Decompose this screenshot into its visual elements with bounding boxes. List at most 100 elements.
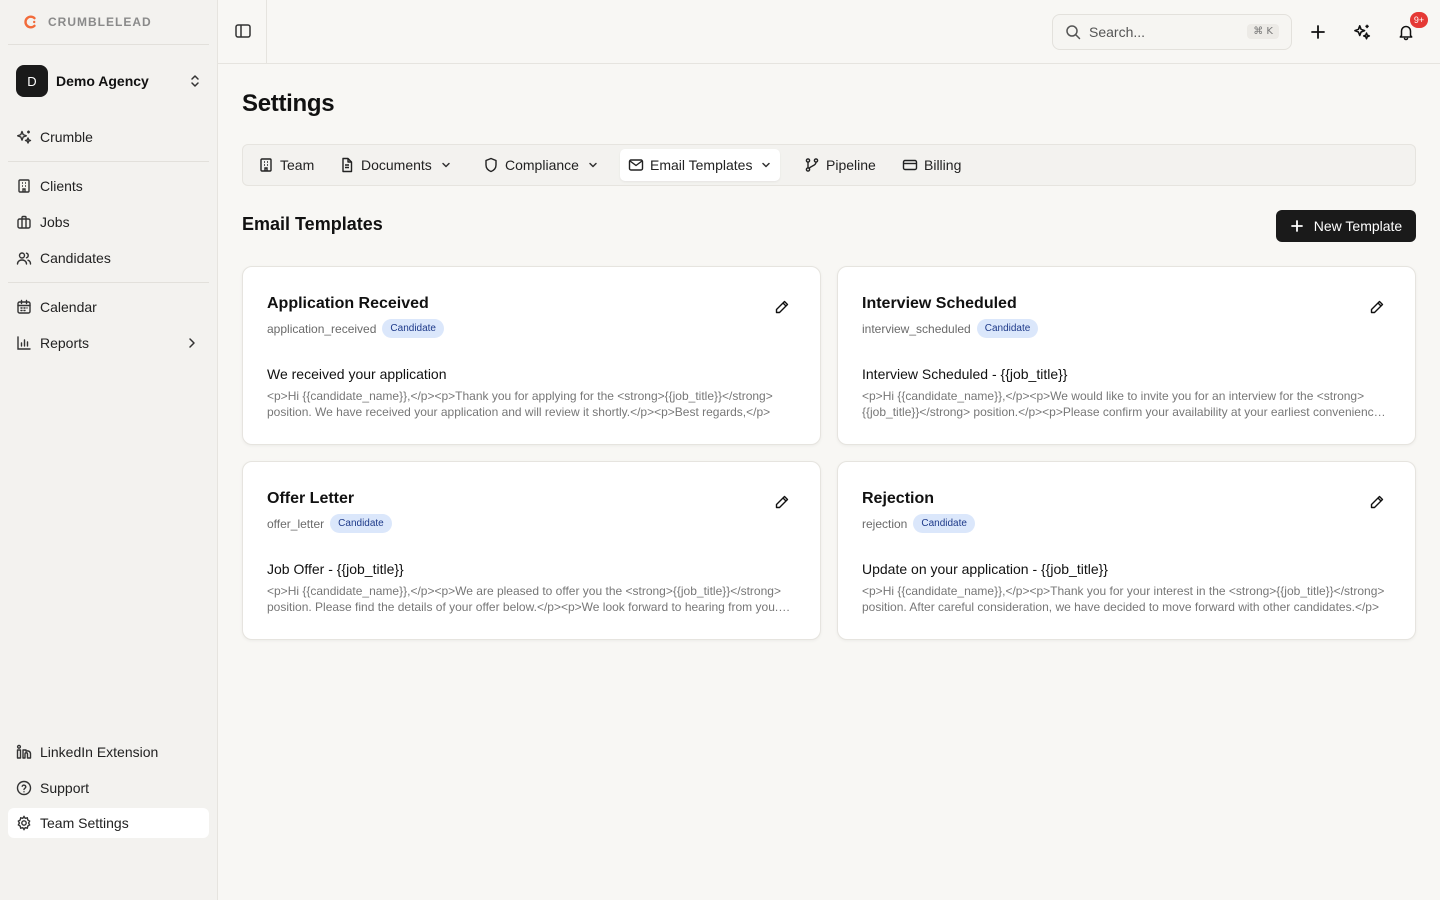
template-subject: Update on your application - {{job_title… xyxy=(862,561,1108,577)
category-badge: Candidate xyxy=(330,514,392,533)
chevrons-up-down-icon xyxy=(188,74,202,88)
chevron-right-icon xyxy=(185,336,199,350)
tab-label: Email Templates xyxy=(650,157,753,173)
template-card[interactable]: Interview Scheduled interview_scheduled … xyxy=(837,266,1416,445)
notification-badge: 9+ xyxy=(1410,12,1428,28)
template-key: offer_letter xyxy=(267,516,325,531)
bar-chart-icon xyxy=(16,335,32,351)
sidebar-item-support[interactable]: Support xyxy=(8,773,209,803)
brand-name: CRUMBLELEAD xyxy=(48,15,152,29)
sidebar-item-label: Reports xyxy=(40,335,90,351)
pencil-icon[interactable] xyxy=(774,299,790,315)
building-icon xyxy=(258,157,274,173)
sidebar-item-label: Clients xyxy=(40,178,83,194)
tab-billing[interactable]: Billing xyxy=(894,149,969,181)
template-body-preview: <p>Hi {{candidate_name}},</p><p>We are p… xyxy=(267,584,781,614)
template-name: Offer Letter xyxy=(267,490,355,507)
sidebar-toggle-icon[interactable] xyxy=(234,22,254,42)
chevron-down-icon xyxy=(760,159,772,171)
tab-team[interactable]: Team xyxy=(250,149,322,181)
category-badge: Candidate xyxy=(976,319,1039,338)
chevron-down-icon xyxy=(587,159,599,171)
chevron-down-icon xyxy=(440,159,452,171)
settings-tabs: Team Documents Compliance Email Template… xyxy=(242,144,1416,186)
tab-label: Documents xyxy=(361,157,432,173)
sidebar-item-label: Candidates xyxy=(40,250,111,266)
sidebar-item-calendar[interactable]: Calendar xyxy=(8,292,209,322)
template-body-preview: <p>Hi {{candidate_name}},</p><p>Thank yo… xyxy=(862,584,1385,614)
template-card[interactable]: Rejection rejection Candidate Update on … xyxy=(837,461,1416,640)
brand[interactable]: CRUMBLELEAD xyxy=(22,13,152,31)
section-title: Email Templates xyxy=(242,214,383,234)
category-badge: Candidate xyxy=(382,319,444,338)
sidebar-item-label: LinkedIn Extension xyxy=(40,744,159,760)
page-title: Settings xyxy=(242,90,335,117)
template-subject: We received your application xyxy=(267,366,447,382)
git-branch-icon xyxy=(804,157,820,173)
sidebar-item-candidates[interactable]: Candidates xyxy=(8,243,209,273)
template-key: application_received xyxy=(267,321,377,336)
sidebar-item-label: Team Settings xyxy=(40,815,129,831)
sidebar-item-crumble[interactable]: Crumble xyxy=(8,122,209,152)
sparkles-icon xyxy=(16,129,32,145)
credit-card-icon xyxy=(902,157,918,173)
tab-documents[interactable]: Documents xyxy=(331,149,460,181)
tab-label: Billing xyxy=(924,157,962,173)
template-card[interactable]: Application Received application_receive… xyxy=(242,266,821,445)
sidebar-item-team-settings[interactable]: Team Settings xyxy=(8,808,209,838)
divider xyxy=(8,161,209,162)
pencil-icon[interactable] xyxy=(1369,494,1385,510)
tab-label: Pipeline xyxy=(826,157,876,173)
template-name: Application Received xyxy=(267,295,429,312)
briefcase-icon xyxy=(16,214,32,230)
template-key: interview_scheduled xyxy=(862,321,971,336)
template-key: rejection xyxy=(862,516,908,531)
gear-icon xyxy=(16,815,32,831)
divider xyxy=(266,0,267,64)
building-icon xyxy=(16,178,32,194)
divider xyxy=(8,44,209,45)
search-box[interactable]: ⌘ K xyxy=(1052,14,1292,50)
new-template-label: New Template xyxy=(1313,218,1403,234)
add-icon[interactable] xyxy=(1306,20,1330,44)
template-body-preview: <p>Hi {{candidate_name}},</p><p>Thank yo… xyxy=(267,389,773,419)
document-icon xyxy=(339,157,355,173)
tab-compliance[interactable]: Compliance xyxy=(475,149,607,181)
pencil-icon[interactable] xyxy=(1369,299,1385,315)
new-template-button[interactable]: New Template xyxy=(1276,210,1416,242)
pencil-icon[interactable] xyxy=(774,494,790,510)
template-card[interactable]: Offer Letter offer_letter Candidate Job … xyxy=(242,461,821,640)
users-icon xyxy=(16,250,32,266)
template-subject: Job Offer - {{job_title}} xyxy=(267,561,404,577)
category-badge: Candidate xyxy=(913,514,975,533)
sidebar-item-label: Support xyxy=(40,780,90,796)
sidebar-item-reports[interactable]: Reports xyxy=(8,328,209,358)
divider xyxy=(8,282,209,283)
linkedin-icon xyxy=(16,744,32,760)
template-body-preview: <p>Hi {{candidate_name}},</p><p>We would… xyxy=(862,389,1384,419)
template-subject: Interview Scheduled - {{job_title}} xyxy=(862,366,1068,382)
calendar-icon xyxy=(16,299,32,315)
sparkles-icon[interactable] xyxy=(1350,20,1374,44)
sidebar-item-linkedin-extension[interactable]: LinkedIn Extension xyxy=(8,737,209,767)
shield-icon xyxy=(483,157,499,173)
tab-label: Compliance xyxy=(505,157,579,173)
tab-pipeline[interactable]: Pipeline xyxy=(796,149,884,181)
shortcut-hint: ⌘ K xyxy=(1247,24,1279,39)
topbar: ⌘ K 9+ xyxy=(218,0,1440,64)
sidebar-item-jobs[interactable]: Jobs xyxy=(8,207,209,237)
workspace-switcher[interactable]: D Demo Agency xyxy=(16,65,202,97)
tab-email-templates[interactable]: Email Templates xyxy=(620,149,781,181)
help-circle-icon xyxy=(16,780,32,796)
sidebar: CRUMBLELEAD D Demo Agency Crumble Client… xyxy=(0,0,218,900)
plus-icon xyxy=(1290,219,1304,233)
template-name: Interview Scheduled xyxy=(862,295,1017,312)
sidebar-item-label: Crumble xyxy=(40,129,93,145)
crumblelead-logo-icon xyxy=(22,14,38,30)
search-input[interactable] xyxy=(1089,24,1239,40)
workspace-name: Demo Agency xyxy=(56,73,149,89)
mail-icon xyxy=(628,157,644,173)
workspace-avatar: D xyxy=(16,65,48,97)
tab-label: Team xyxy=(280,157,315,173)
sidebar-item-clients[interactable]: Clients xyxy=(8,171,209,201)
